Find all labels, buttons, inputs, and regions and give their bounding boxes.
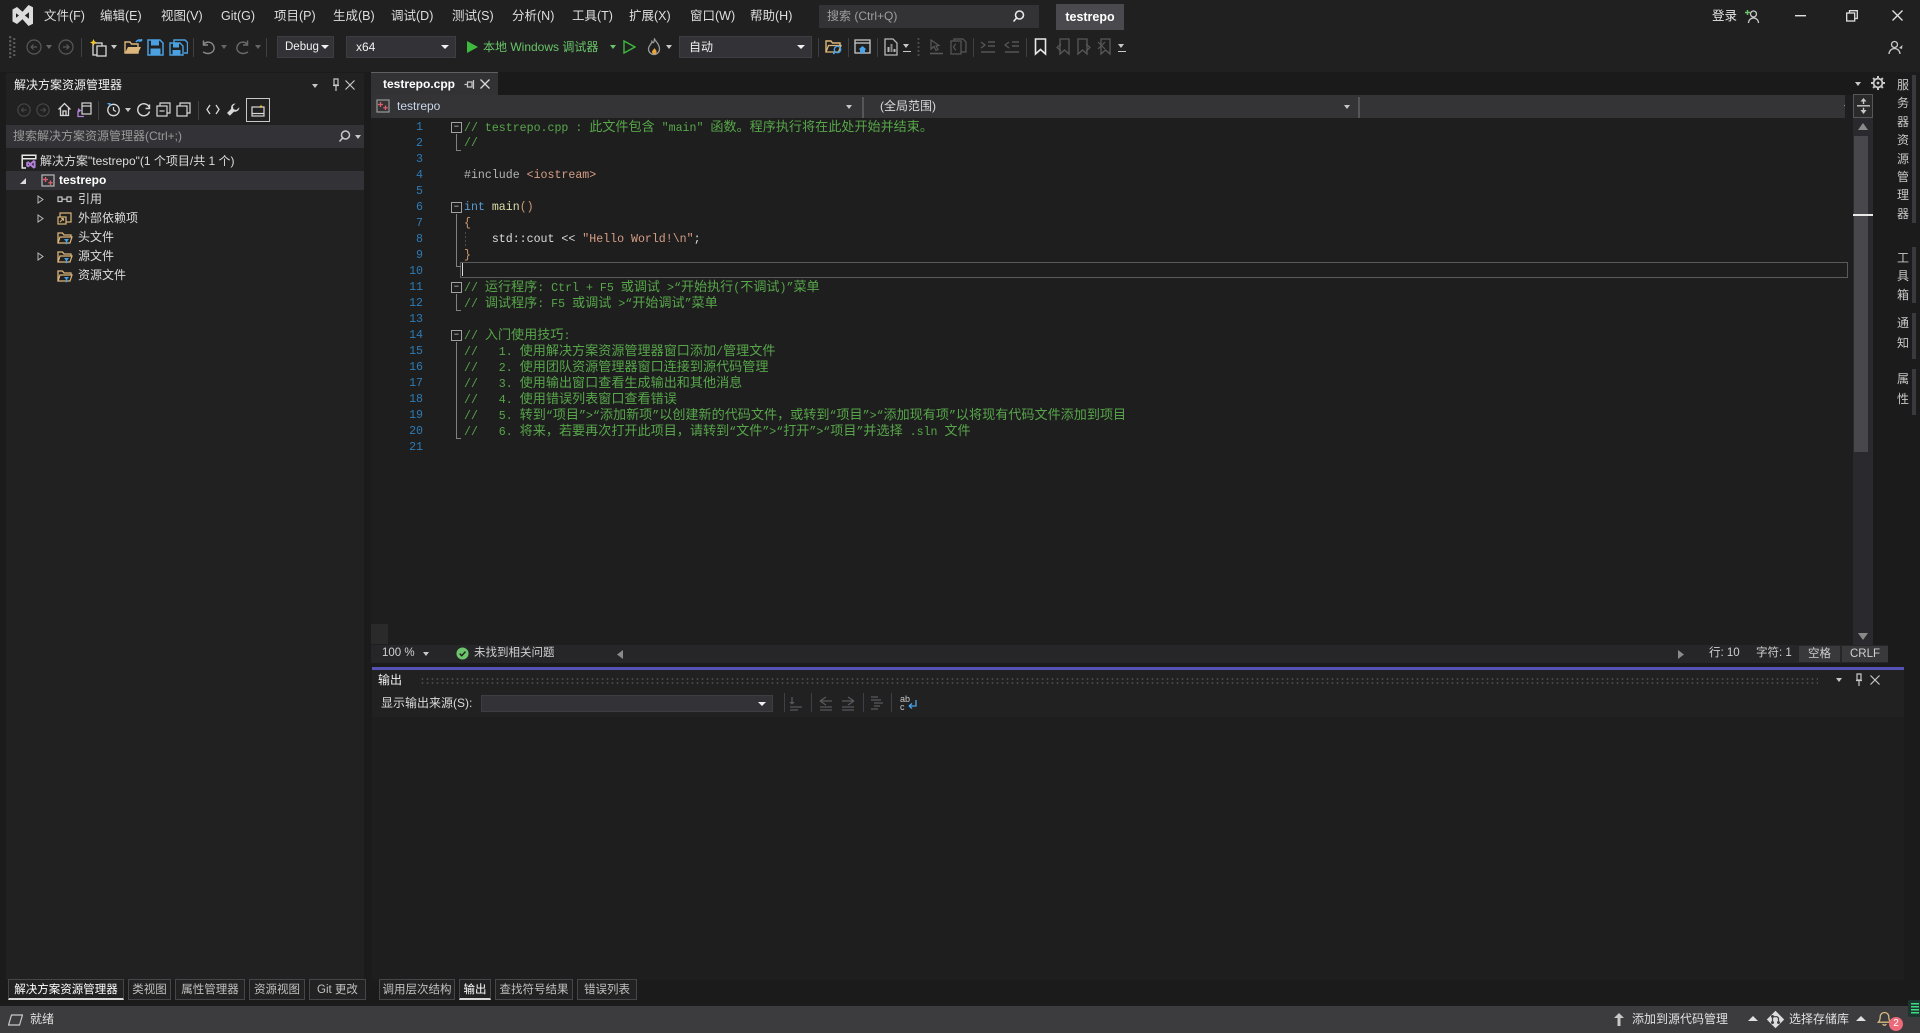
- svg-text:c: c: [900, 702, 905, 711]
